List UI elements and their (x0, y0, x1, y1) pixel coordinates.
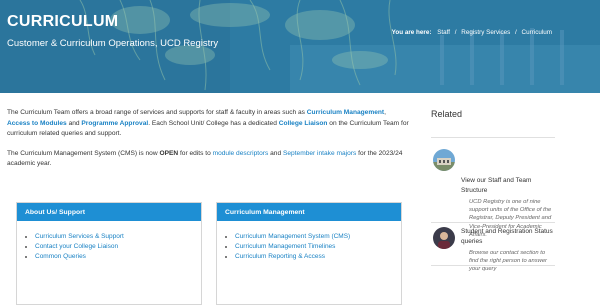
related-item-title[interactable]: View our Staff and Team Structure (461, 176, 553, 196)
related-item-staff-structure[interactable]: View our Staff and Team Structure UCD Re… (431, 138, 555, 238)
main-content: The Curriculum Team offers a broad range… (7, 108, 410, 170)
breadcrumb-separator: / (454, 29, 457, 36)
september-intake-majors-link[interactable]: September intake majors (283, 150, 356, 157)
cms-text: The Curriculum Management System (CMS) i… (7, 149, 160, 157)
curriculum-management-card: Curriculum Management Curriculum Managem… (216, 202, 402, 305)
cms-link[interactable]: Curriculum Management System (CMS) (235, 233, 350, 240)
intro-text: and (66, 119, 82, 127)
cms-text: for edits to (178, 149, 213, 157)
curriculum-reporting-access-link[interactable]: Curriculum Reporting & Access (235, 253, 325, 260)
list-item: Curriculum Reporting & Access (235, 252, 401, 262)
related-sidebar: Related View our Staff and Team Structur… (431, 109, 555, 238)
list-item: Contact your College Liaison (35, 242, 201, 252)
breadcrumb-separator: / (515, 29, 517, 36)
building-thumbnail (433, 149, 455, 171)
common-queries-link[interactable]: Common Queries (35, 253, 86, 260)
related-item-student-registration[interactable]: Student and Registration Status queries … (431, 223, 555, 305)
access-to-modules-link[interactable]: Access to Modules (7, 120, 67, 127)
curriculum-management-link[interactable]: Curriculum Management (307, 109, 384, 116)
breadcrumb-label: You are here: (391, 29, 432, 36)
card-link-list: Curriculum Services & Support Contact yo… (17, 221, 201, 262)
list-item: Curriculum Services & Support (35, 232, 201, 242)
related-sidebar-lower: Student and Registration Status queries … (431, 222, 555, 272)
curriculum-management-timelines-link[interactable]: Curriculum Management Timelines (235, 243, 335, 250)
intro-text: . Each School Unit/ College has a dedica… (148, 119, 279, 127)
cms-text: and (268, 149, 283, 157)
intro-text: The Curriculum Team offers a broad range… (7, 109, 307, 116)
breadcrumb-item-curriculum[interactable]: Curriculum (522, 29, 552, 36)
curriculum-services-support-link[interactable]: Curriculum Services & Support (35, 233, 124, 240)
page-subtitle: Customer & Curriculum Operations, UCD Re… (7, 38, 219, 49)
breadcrumb-item-staff[interactable]: Staff (437, 29, 450, 36)
related-item-description: Browse our contact section to find the r… (469, 250, 547, 273)
intro-text: , (384, 109, 386, 116)
page-hero-banner: CURRICULUM Customer & Curriculum Operati… (0, 0, 600, 93)
card-title: Curriculum Management (217, 203, 401, 221)
breadcrumb: You are here: Staff / Registry Services … (392, 29, 552, 36)
cms-open-status: OPEN (159, 149, 179, 157)
related-item-title[interactable]: Student and Registration Status queries (461, 227, 553, 247)
card-title: About Us/ Support (17, 203, 201, 221)
page-title: CURRICULUM (7, 13, 119, 30)
intro-paragraph: The Curriculum Team offers a broad range… (7, 108, 410, 140)
contact-college-liaison-link[interactable]: Contact your College Liaison (35, 243, 118, 250)
module-descriptors-link[interactable]: module descriptors (213, 150, 269, 157)
list-item: Curriculum Management System (CMS) (235, 232, 401, 242)
cms-status-paragraph: The Curriculum Management System (CMS) i… (7, 149, 410, 170)
sidebar-title: Related (431, 109, 463, 119)
card-link-list: Curriculum Management System (CMS) Curri… (217, 221, 401, 262)
college-liaison-link[interactable]: College Liaison (279, 120, 328, 127)
student-thumbnail (433, 227, 455, 249)
building-icon (433, 149, 455, 171)
programme-approval-link[interactable]: Programme Approval (81, 120, 148, 127)
list-item: Curriculum Management Timelines (235, 242, 401, 252)
list-item: Common Queries (35, 252, 201, 262)
breadcrumb-item-registry-services[interactable]: Registry Services (461, 29, 510, 36)
person-icon (433, 227, 455, 249)
about-us-support-card: About Us/ Support Curriculum Services & … (16, 202, 202, 305)
